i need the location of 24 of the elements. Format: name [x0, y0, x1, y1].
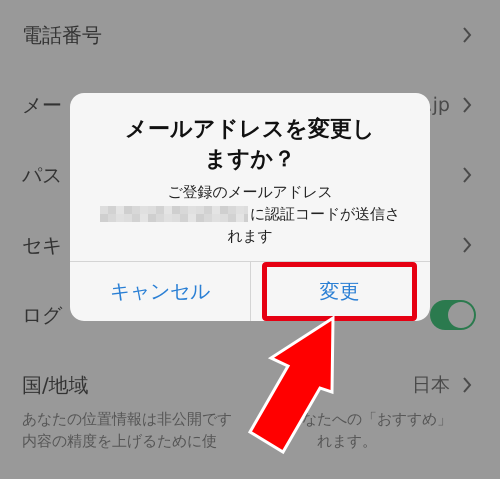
description-text: 内容の精度を上げるために使 [22, 431, 217, 452]
row-label: セキ [22, 232, 62, 258]
row-label: 電話番号 [22, 22, 102, 48]
dialog-message: ご登録のメールアドレス [168, 182, 332, 203]
description-text: れます。 [317, 431, 377, 452]
chevron-icon [462, 166, 472, 184]
row-label: パス [22, 162, 62, 188]
row-label: 国/地域 [22, 372, 89, 398]
description-text: なたへの「おすすめ」 [302, 409, 452, 430]
row-value: .jp [426, 94, 450, 116]
row-value: 日本 [412, 373, 450, 398]
dialog-button[interactable]: キャンセル [70, 262, 250, 321]
description-text: あなたの位置情報は非公開です [22, 409, 232, 430]
row-label: ログ [22, 302, 62, 328]
dialog-message: れます [228, 226, 272, 247]
row-label: メー [22, 92, 62, 118]
chevron-icon [462, 236, 472, 254]
dialog-button[interactable]: 変更 [262, 263, 416, 320]
chevron-icon [462, 26, 472, 44]
chevron-icon [462, 96, 472, 114]
chevron-icon [462, 376, 472, 394]
dialog-title: メールアドレスを変更しますか？ [124, 116, 376, 174]
dialog-message: に認証コードが送信さ [250, 204, 400, 225]
toggle-switch[interactable] [430, 300, 476, 330]
